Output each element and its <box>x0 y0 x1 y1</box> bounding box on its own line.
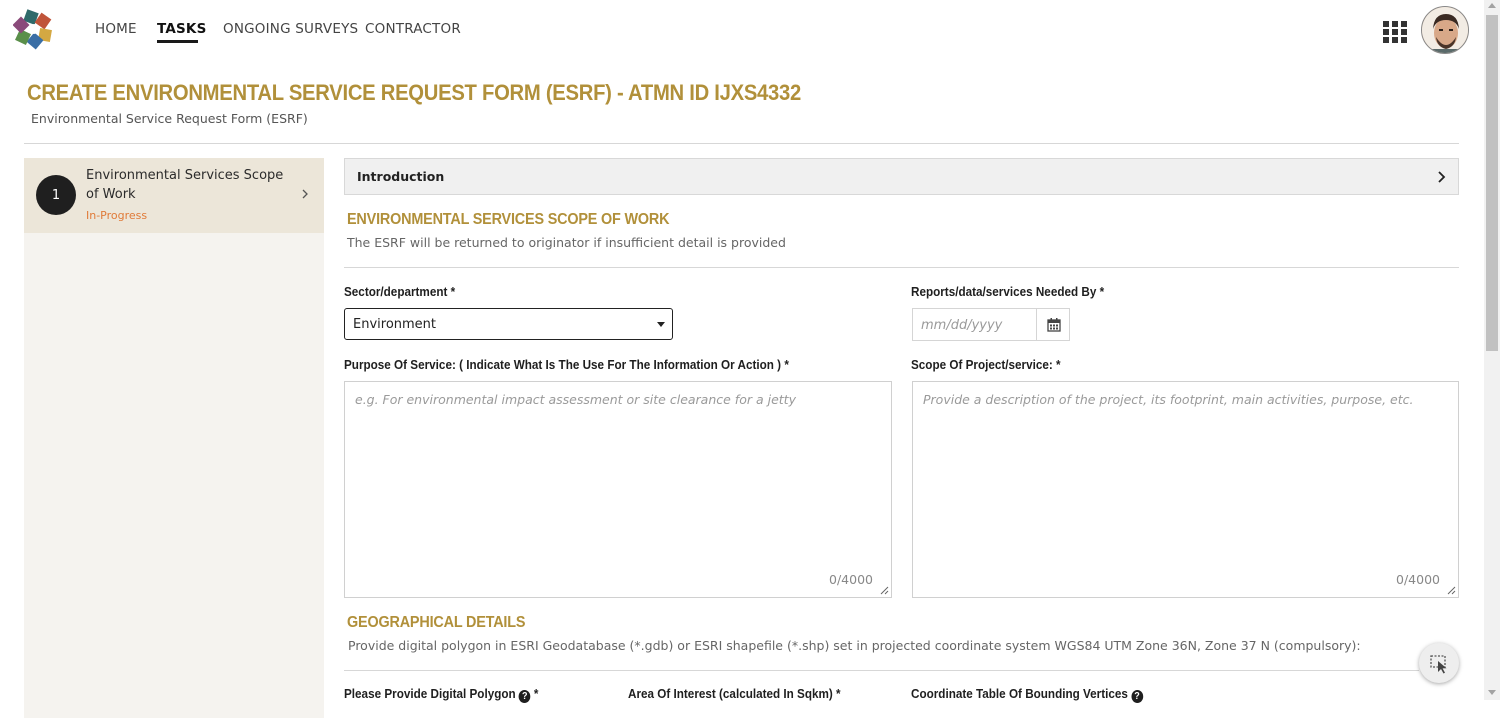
resize-grip-icon[interactable] <box>880 586 889 595</box>
scope-label: Scope Of Project/service: * <box>911 357 1061 372</box>
help-icon[interactable]: ? <box>518 690 531 703</box>
logo-icon[interactable] <box>13 9 55 51</box>
purpose-textarea[interactable]: e.g. For environmental impact assessment… <box>344 381 892 598</box>
scope-placeholder: Provide a description of the project, it… <box>923 392 1414 407</box>
page-subtitle: Environmental Service Request Form (ESRF… <box>31 111 308 126</box>
floating-action-button[interactable] <box>1419 643 1459 683</box>
polygon-required-mark: * <box>533 686 539 701</box>
step-number: 1 <box>36 175 76 215</box>
steps-sidebar: 1 Environmental Services Scope of Work I… <box>24 158 324 718</box>
section-title-scope: ENVIRONMENTAL SERVICES SCOPE OF WORK <box>347 211 670 228</box>
scrollbar-thumb[interactable] <box>1486 15 1498 351</box>
chevron-right-icon <box>302 189 308 199</box>
help-icon[interactable]: ? <box>1131 690 1143 703</box>
top-navigation: HOME TASKS ONGOING SURVEYS CONTRACTOR <box>0 0 1484 58</box>
sector-select[interactable]: Environment <box>344 308 673 340</box>
calendar-button[interactable] <box>1036 308 1070 341</box>
purpose-char-count: 0/4000 <box>829 572 873 587</box>
needed-by-date-input[interactable]: mm/dd/yyyy <box>912 308 1037 341</box>
polygon-label: Please Provide Digital Polygon ? * <box>344 686 538 703</box>
purpose-placeholder: e.g. For environmental impact assessment… <box>355 392 796 407</box>
divider <box>344 267 1459 268</box>
nav-home[interactable]: HOME <box>95 21 137 37</box>
chevron-right-icon <box>1438 171 1446 183</box>
scope-textarea[interactable]: Provide a description of the project, it… <box>912 381 1459 598</box>
sector-label: Sector/department * <box>344 284 456 299</box>
introduction-accordion[interactable]: Introduction <box>344 158 1459 195</box>
sidebar-step-1[interactable]: 1 Environmental Services Scope of Work I… <box>24 158 324 233</box>
section-desc-geo: Provide digital polygon in ESRI Geodatab… <box>348 638 1361 653</box>
nav-ongoing-surveys[interactable]: ONGOING SURVEYS <box>223 21 358 37</box>
coords-label: Coordinate Table Of Bounding Vertices ? <box>911 686 1143 703</box>
step-title: Environmental Services Scope of Work <box>86 168 284 202</box>
avatar-image <box>1422 7 1468 53</box>
section-title-geo: GEOGRAPHICAL DETAILS <box>347 614 526 631</box>
area-label: Area Of Interest (calculated In Sqkm) * <box>628 686 841 701</box>
nav-contractor[interactable]: CONTRACTOR <box>365 21 461 37</box>
avatar[interactable] <box>1421 6 1469 54</box>
calendar-icon <box>1047 318 1061 332</box>
select-cursor-icon <box>1430 655 1447 674</box>
scroll-down-arrow-icon[interactable] <box>1488 690 1496 695</box>
apps-grid-icon[interactable] <box>1383 21 1407 43</box>
resize-grip-icon[interactable] <box>1447 586 1456 595</box>
introduction-label: Introduction <box>357 169 445 184</box>
sector-selected-value: Environment <box>353 317 437 332</box>
purpose-label: Purpose Of Service: ( Indicate What Is T… <box>344 357 789 372</box>
needed-by-label: Reports/data/services Needed By * <box>911 284 1105 299</box>
date-placeholder: mm/dd/yyyy <box>921 318 1003 333</box>
nav-active-indicator <box>157 40 198 43</box>
divider <box>24 143 1459 144</box>
nav-tasks[interactable]: TASKS <box>157 21 207 37</box>
coords-label-text: Coordinate Table Of Bounding Vertices <box>911 686 1128 701</box>
step-status: In-Progress <box>86 209 148 222</box>
divider <box>344 670 1419 671</box>
scroll-up-arrow-icon[interactable] <box>1488 3 1496 8</box>
scope-char-count: 0/4000 <box>1396 572 1440 587</box>
page-title: CREATE ENVIRONMENTAL SERVICE REQUEST FOR… <box>27 80 801 105</box>
polygon-label-text: Please Provide Digital Polygon <box>344 686 516 701</box>
section-desc-scope: The ESRF will be returned to originator … <box>347 235 786 250</box>
caret-down-icon <box>657 322 665 327</box>
